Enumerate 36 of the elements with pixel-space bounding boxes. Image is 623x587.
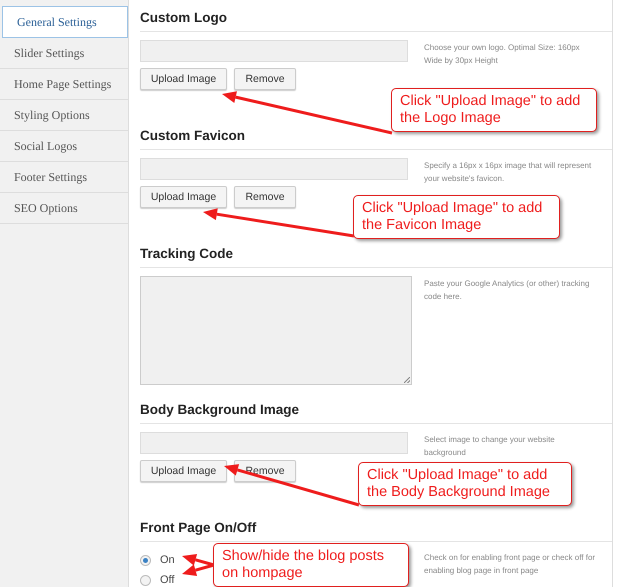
arrow xyxy=(182,564,214,576)
description-text: Check on for enabling front page or check off for enabling blog page in front page xyxy=(424,552,596,577)
resize-handle-icon[interactable] xyxy=(404,377,410,383)
callout-note: Click "Upload Image" to add the Favicon Image xyxy=(353,195,560,239)
upload-button[interactable]: Upload Image xyxy=(140,68,227,90)
callout-note: Show/hide the blog posts on hompage xyxy=(213,543,409,587)
callout-note: Click "Upload Image" to add the Logo Image xyxy=(391,88,597,132)
upload-button[interactable]: Upload Image xyxy=(140,460,227,482)
description-text: Select image to change your website background xyxy=(424,434,556,459)
sidebar-item[interactable]: Slider Settings xyxy=(0,38,128,69)
description-text: Choose your own logo. Optimal Size: 160px Wide by 30px Height xyxy=(424,42,581,67)
description-text: Specify a 16px x 16px image that will represent your website's favicon. xyxy=(424,160,592,185)
upload-button[interactable]: Upload Image xyxy=(140,186,227,208)
sidebar-item[interactable]: General Settings xyxy=(2,6,128,38)
input-field[interactable] xyxy=(140,158,408,180)
input-field[interactable] xyxy=(140,432,408,454)
radio-label: Off xyxy=(160,574,174,586)
radio-label: On xyxy=(160,554,175,566)
arrow xyxy=(182,554,214,566)
remove-button[interactable]: Remove xyxy=(234,68,296,90)
sidebar-item[interactable]: SEO Options xyxy=(0,193,128,224)
input-field[interactable] xyxy=(140,40,408,62)
text-area[interactable] xyxy=(140,276,412,385)
section-heading: Custom Logo xyxy=(140,6,612,32)
radio-button[interactable] xyxy=(140,554,151,566)
sidebar-item[interactable]: Styling Options xyxy=(0,100,128,131)
section-heading: Body Background Image xyxy=(140,398,612,424)
section-heading: Tracking Code xyxy=(140,242,612,268)
section-heading: Front Page On/Off xyxy=(140,516,612,542)
remove-button[interactable]: Remove xyxy=(234,186,296,208)
radio-button[interactable] xyxy=(140,574,151,586)
sidebar-item[interactable]: Social Logos xyxy=(0,131,128,162)
callout-note: Click "Upload Image" to add the Body Background Image xyxy=(358,462,572,506)
description-text: Paste your Google Analytics (or other) tracking code here. xyxy=(424,278,590,303)
sidebar-item[interactable]: Home Page Settings xyxy=(0,69,128,100)
sidebar-item[interactable]: Footer Settings xyxy=(0,162,128,193)
